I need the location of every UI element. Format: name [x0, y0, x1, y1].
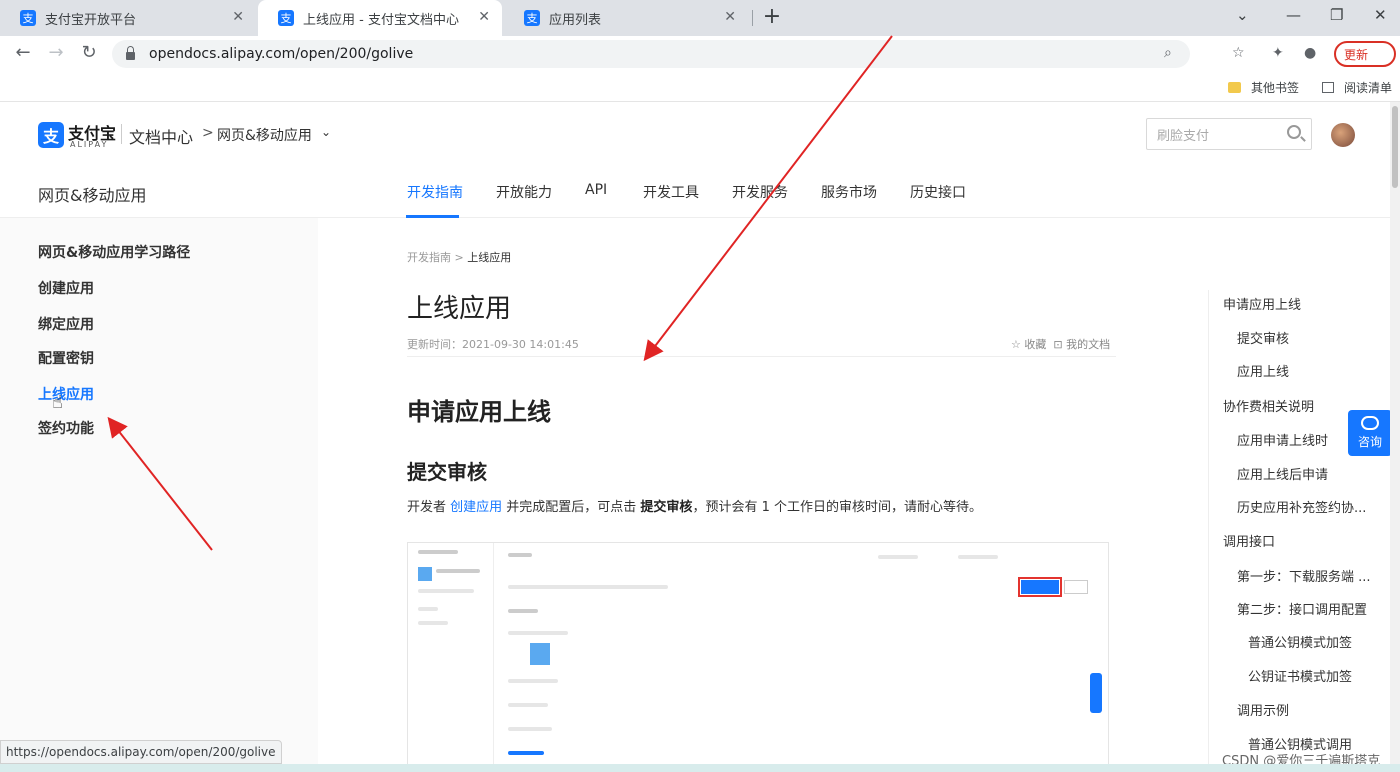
annotation-arrows	[107, 35, 893, 551]
annotation-arrow	[107, 416, 213, 551]
annotation-arrow	[643, 35, 893, 362]
